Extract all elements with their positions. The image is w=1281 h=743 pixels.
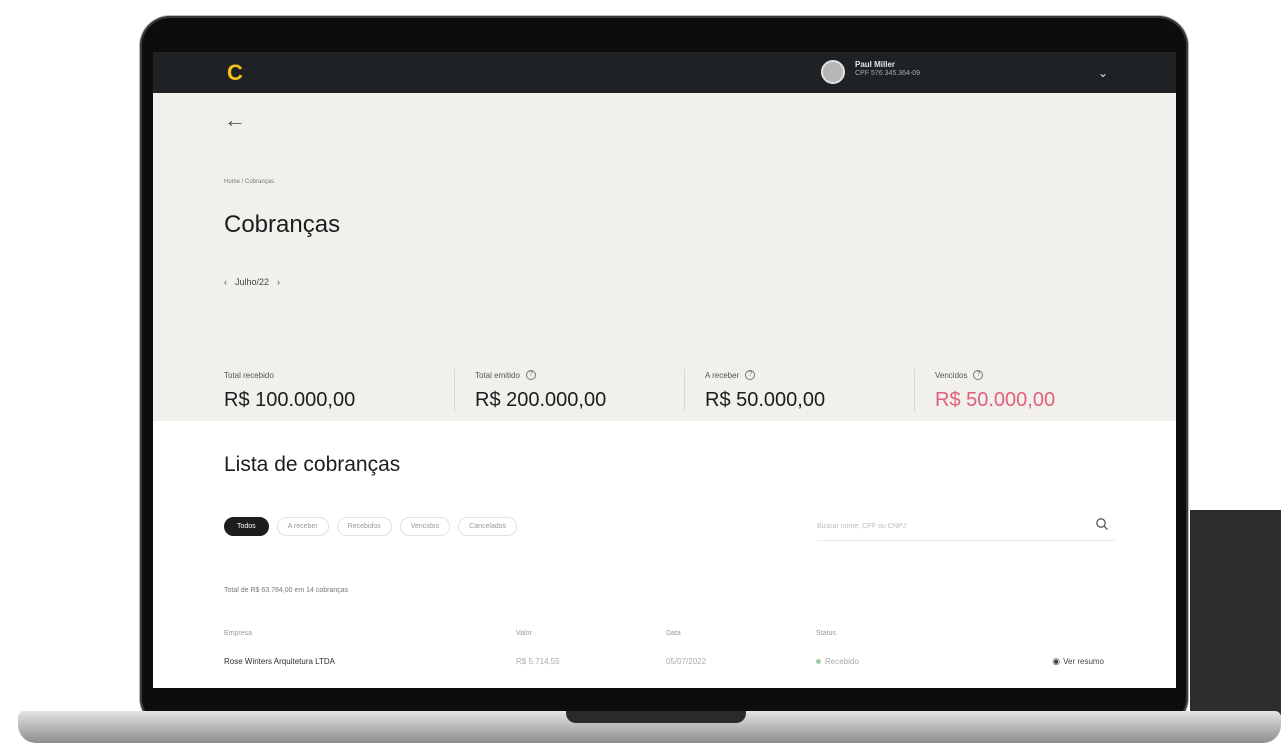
month-label: Julho/22 [235,277,270,287]
total-summary-text: Total de R$ 63.784,00 em 14 cobranças [224,587,349,594]
help-icon[interactable]: ? [973,370,984,380]
column-header: Status [816,629,836,637]
stat-total-received: Total recebido R$ 100.000,00 [224,369,454,412]
stats-row: Total recebido R$ 100.000,00 Total emiti… [224,369,1144,412]
stat-value: R$ 50.000,00 [935,389,1056,411]
column-header: Data [666,629,681,637]
stat-value: R$ 50.000,00 [705,389,826,411]
stat-overdue: Vencidos ? R$ 50.000,00 [914,369,1144,412]
back-arrow-icon[interactable]: ← [224,109,246,131]
month-navigator: ‹ Julho/22 › [224,277,280,287]
stat-label: Total emitido [475,370,520,380]
column-header: Valor [516,629,532,637]
stat-label: Total recebido [224,370,274,380]
stat-to-receive: A receber ? R$ 50.000,00 [684,369,914,412]
app-screen: C Paul Miller CPF 576.345.364-09 ⌄ ← Hom… [153,52,1176,688]
stat-total-issued: Total emitido ? R$ 200.000,00 [454,369,684,412]
cell-date: 05/07/2022 [666,656,707,666]
charges-list-section: Lista de cobranças Todos A receber Receb… [153,421,1176,688]
chevron-down-icon[interactable]: ⌄ [1093,63,1113,83]
search-input[interactable] [817,513,1077,539]
view-summary-label: Ver resumo [1063,656,1104,666]
eye-icon: ◉ [1052,655,1061,666]
page-title: Cobranças [224,211,341,238]
charges-table: Empresa Valor Data Status Rose Winters A… [224,625,1104,673]
laptop-notch [566,711,746,723]
stat-value: R$ 200.000,00 [475,389,607,411]
search-box [817,513,1115,541]
table-row[interactable]: Rose Winters Arquitetura LTDA R$ 5.714,5… [224,649,1104,673]
summary-section: ← Home / Cobranças Cobranças ‹ Julho/22 … [153,93,1176,421]
user-document: CPF 576.345.364-09 [855,70,920,77]
search-icon[interactable] [1095,517,1109,531]
filter-chip-a-receber[interactable]: A receber [276,517,329,536]
user-name: Paul Miller [855,60,896,69]
help-icon[interactable]: ? [745,370,756,380]
top-bar: C Paul Miller CPF 576.345.364-09 ⌄ [153,52,1176,93]
background-dark-block [1190,510,1281,715]
filter-chip-recebidos[interactable]: Recebidos [336,517,392,536]
filter-chip-cancelados[interactable]: Cancelados [458,517,518,536]
filter-chip-todos[interactable]: Todos [224,517,269,536]
cell-company: Rose Winters Arquitetura LTDA [224,656,336,666]
breadcrumb[interactable]: Home / Cobranças [224,179,274,185]
status-dot-icon [816,658,821,664]
cell-value: R$ 5.714,55 [516,656,560,666]
chevron-right-icon[interactable]: › [277,277,280,287]
filter-chip-vencidos[interactable]: Vencidos [399,517,451,536]
avatar[interactable] [821,60,845,84]
help-icon[interactable]: ? [525,370,536,380]
cell-status: Recebido [816,657,1006,666]
stat-label: A receber [705,370,740,380]
table-header: Empresa Valor Data Status [224,625,1104,641]
stat-value: R$ 100.000,00 [224,389,356,411]
stat-label: Vencidos [935,370,968,380]
list-title: Lista de cobranças [224,453,401,476]
filter-chips: Todos A receber Recebidos Vencidos Cance… [224,517,518,536]
app-logo[interactable]: C [227,60,243,86]
column-header: Empresa [224,629,253,637]
status-text: Recebido [825,656,859,666]
chevron-left-icon[interactable]: ‹ [224,277,227,287]
view-summary-button[interactable]: ◉ Ver resumo [1006,656,1104,667]
